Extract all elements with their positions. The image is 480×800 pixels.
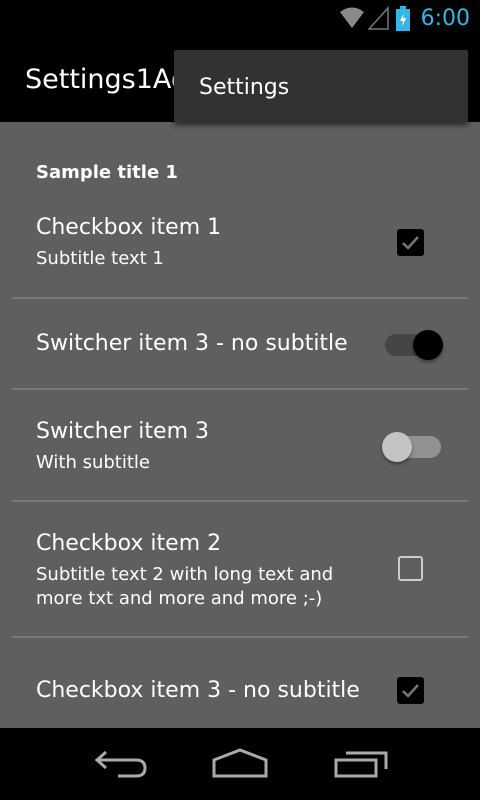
menu-item-settings[interactable]: Settings — [199, 75, 289, 100]
pref-title: Checkbox item 2 — [36, 531, 222, 556]
overflow-menu: Settings — [174, 50, 468, 122]
pref-title: Switcher item 3 - no subtitle — [36, 331, 348, 356]
pref-title: Checkbox item 3 - no subtitle — [36, 678, 360, 703]
switch-thumb-on[interactable] — [413, 330, 443, 360]
pref-checkbox-item-1[interactable]: Checkbox item 1 Subtitle text 1 — [0, 202, 480, 298]
pref-subtitle-line2: more txt and more and more ;-) — [36, 588, 323, 609]
checkmark-icon — [402, 684, 419, 698]
pref-switch-item-with-subtitle[interactable]: Switcher item 3 With subtitle — [0, 390, 480, 500]
navigation-bar — [0, 728, 480, 800]
checkbox-checked[interactable] — [397, 229, 424, 256]
pref-checkbox-item-3[interactable]: Checkbox item 3 - no subtitle — [0, 638, 480, 728]
status-bar: 6:00 — [0, 0, 480, 38]
switch-thumb-off[interactable] — [382, 432, 412, 462]
back-icon[interactable] — [94, 750, 148, 780]
pref-subtitle: Subtitle text 1 — [36, 248, 164, 269]
battery-charging-icon — [396, 6, 410, 31]
pref-title: Checkbox item 1 — [36, 215, 222, 240]
checkbox-unchecked[interactable] — [398, 556, 423, 581]
checkmark-icon — [402, 236, 419, 250]
pref-checkbox-item-2[interactable]: Checkbox item 2 Subtitle text 2 with lon… — [0, 502, 480, 636]
checkbox-checked[interactable] — [397, 677, 424, 704]
recents-icon[interactable] — [334, 750, 390, 778]
cell-signal-icon — [368, 6, 389, 30]
pref-switch-item-no-subtitle[interactable]: Switcher item 3 - no subtitle — [0, 299, 480, 389]
pref-subtitle: With subtitle — [36, 452, 150, 473]
clock: 6:00 — [420, 6, 470, 31]
home-icon[interactable] — [212, 748, 268, 778]
category-title: Sample title 1 — [36, 162, 178, 183]
pref-title: Switcher item 3 — [36, 419, 210, 444]
pref-subtitle-line1: Subtitle text 2 with long text and — [36, 564, 334, 585]
preference-list[interactable]: Sample title 1 Checkbox item 1 Subtitle … — [0, 122, 480, 728]
